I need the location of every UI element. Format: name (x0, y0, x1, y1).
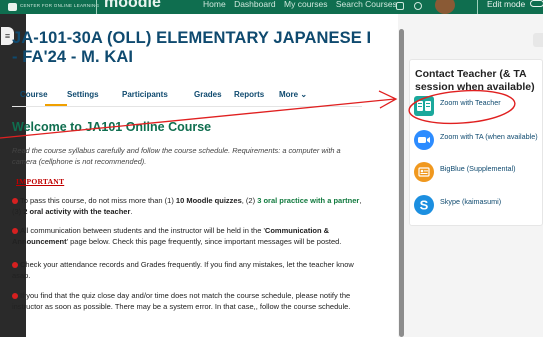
contact-label[interactable]: Zoom with Teacher (440, 98, 501, 107)
tab-grades[interactable]: Grades (194, 90, 222, 99)
tab-participants[interactable]: Participants (122, 90, 168, 99)
red-bullet-icon (12, 227, 18, 234)
red-bullet-icon (12, 197, 18, 204)
nav-my-courses[interactable]: My courses (284, 0, 327, 9)
block-title: Contact Teacher (& TA session when avail… (415, 68, 535, 93)
skype-icon: S (414, 195, 434, 215)
notice-item: To pass this course, do not miss more th… (12, 196, 362, 216)
site-name[interactable]: CENTER FOR ONLINE LEARNING (20, 3, 99, 8)
nav-home[interactable]: Home (203, 0, 226, 9)
navbar-divider (96, 0, 97, 14)
red-bullet-icon (12, 292, 18, 299)
contact-label[interactable]: Skype (kaimasumi) (440, 197, 501, 206)
notifications-icon[interactable] (396, 2, 404, 10)
red-bullet-icon (12, 261, 18, 268)
svg-text:S: S (420, 198, 429, 213)
navbar-divider (477, 0, 478, 14)
notice-item: Check your attendance records and Grades… (12, 260, 354, 280)
tab-course[interactable]: Course (20, 90, 48, 99)
section-heading: Welcome to JA101 Online Course (12, 120, 212, 134)
notice-item: If you find that the quiz close day and/… (12, 291, 351, 311)
tabs-divider (12, 106, 362, 107)
user-avatar[interactable] (435, 0, 455, 14)
contact-label[interactable]: Zoom with TA (when available) (440, 132, 538, 141)
tab-reports[interactable]: Reports (234, 90, 264, 99)
primary-navigation: Home Dashboard My courses Search Courses (203, 0, 403, 9)
top-navbar: CENTER FOR ONLINE LEARNING moodle Home D… (0, 0, 543, 14)
edit-mode-label: Edit mode (487, 0, 526, 9)
block-drawer-close-icon[interactable] (533, 33, 543, 47)
course-title: JA-101-30A (OLL) ELEMENTARY JAPANESE I -… (12, 29, 372, 66)
site-logo-icon[interactable] (8, 3, 17, 11)
nav-search-courses[interactable]: Search Courses (336, 0, 397, 9)
tab-settings[interactable]: Settings (67, 90, 99, 99)
zoom-icon (414, 130, 434, 150)
contact-label[interactable]: BigBlue (Supplemental) (440, 164, 516, 173)
notice-item: All communication between students and t… (12, 226, 342, 246)
bigbluebutton-icon (414, 162, 434, 182)
moodle-logo[interactable]: moodle (104, 0, 161, 12)
scrollbar-thumb[interactable] (399, 29, 404, 337)
nav-dashboard[interactable]: Dashboard (234, 0, 276, 9)
messages-icon[interactable] (414, 2, 422, 10)
intro-text: Read the course syllabus carefully and f… (12, 146, 341, 166)
tab-more[interactable]: More ⌄ (279, 90, 307, 99)
edit-mode-toggle[interactable] (530, 0, 543, 7)
zoom-teacher-icon (414, 96, 434, 116)
important-label: IMPORTANT (16, 177, 65, 186)
